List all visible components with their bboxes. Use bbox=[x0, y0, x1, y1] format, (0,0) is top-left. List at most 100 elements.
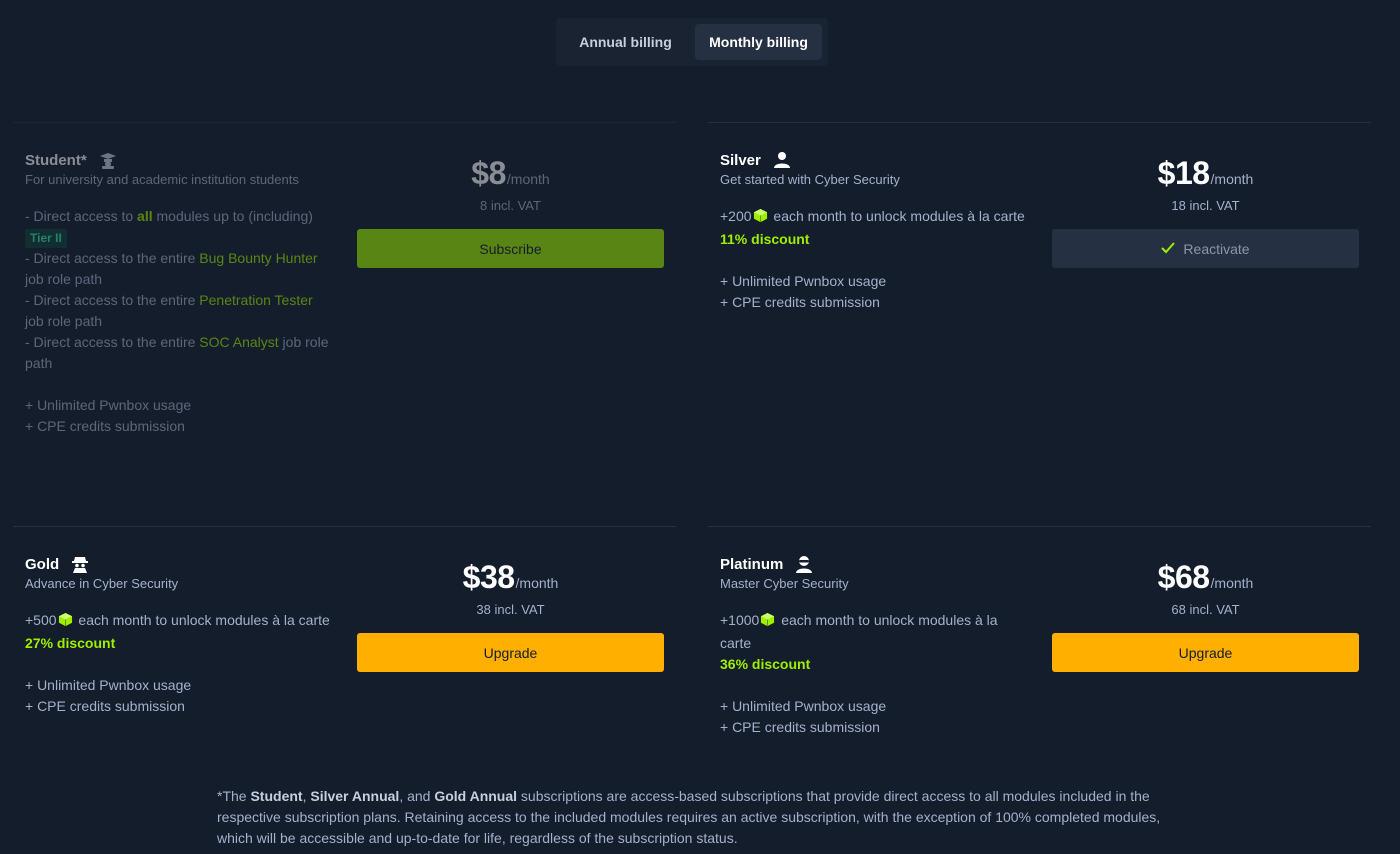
footnote-bold: Student bbox=[250, 788, 303, 804]
feature-highlight: Penetration Tester bbox=[199, 292, 313, 308]
plan-info: Platinum Master Cyber Security +1000 eac… bbox=[720, 555, 1030, 738]
plan-card-silver: Silver Get started with Cyber Security +… bbox=[708, 122, 1371, 310]
feature-text: job role path bbox=[25, 313, 103, 329]
cube-icon bbox=[760, 612, 775, 633]
subscription-footnote: *The Student, Silver Annual, and Gold An… bbox=[217, 786, 1177, 849]
hacker-icon bbox=[795, 555, 813, 573]
price-row: $18 /month bbox=[1052, 155, 1359, 192]
price-row: $68 /month bbox=[1052, 559, 1359, 596]
button-label: Upgrade bbox=[483, 644, 538, 661]
plan-pricing: $38 /month 38 incl. VAT Upgrade bbox=[357, 559, 664, 672]
plan-subtitle: For university and academic institution … bbox=[25, 172, 299, 187]
plan-info: Gold Advance in Cyber Security +500 each… bbox=[25, 555, 335, 717]
price-period: /month bbox=[1210, 171, 1254, 187]
monthly-billing-tab[interactable]: Monthly billing bbox=[695, 24, 822, 60]
billing-toggle: Annual billing Monthly billing bbox=[556, 18, 828, 66]
upgrade-button[interactable]: Upgrade bbox=[1052, 633, 1359, 672]
feature-pwnbox: + Unlimited Pwnbox usage bbox=[25, 677, 192, 693]
plan-pricing: $8 /month 8 incl. VAT Subscribe bbox=[357, 155, 664, 268]
price-period: /month bbox=[506, 171, 550, 187]
plan-pricing: $18 /month 18 incl. VAT Reactivate bbox=[1052, 155, 1359, 268]
price-amount: $8 bbox=[471, 155, 506, 191]
feature-line: - Direct access to the entire Bug Bounty… bbox=[25, 248, 335, 290]
price-amount: $38 bbox=[462, 559, 515, 595]
feature-highlight: all bbox=[137, 208, 153, 224]
plan-title: Silver bbox=[720, 151, 1030, 169]
price-vat: 18 incl. VAT bbox=[1171, 198, 1240, 213]
feature-text: modules up to (including) bbox=[152, 208, 313, 224]
feature-cpe: + CPE credits submission bbox=[25, 698, 185, 714]
button-label: Subscribe bbox=[479, 240, 542, 257]
feature-cpe: + CPE credits submission bbox=[25, 418, 185, 434]
price-row: $38 /month bbox=[357, 559, 664, 596]
feature-pwnbox: + Unlimited Pwnbox usage bbox=[25, 397, 192, 413]
button-label: Reactivate bbox=[1183, 240, 1250, 257]
footnote-bold: Gold Annual bbox=[434, 788, 518, 804]
price-row: $8 /month bbox=[357, 155, 664, 192]
cubes-text: each month to unlock modules à la carte bbox=[74, 612, 330, 628]
price-vat: 38 incl. VAT bbox=[476, 602, 545, 617]
button-label: Upgrade bbox=[1178, 644, 1233, 661]
plan-subtitle: Advance in Cyber Security bbox=[25, 576, 179, 591]
plan-features: +500 each month to unlock modules à la c… bbox=[25, 610, 335, 717]
feature-line: Tier II bbox=[25, 227, 335, 248]
cube-icon bbox=[58, 612, 73, 633]
price-period: /month bbox=[515, 575, 559, 591]
tier-badge: Tier II bbox=[25, 229, 67, 248]
discount-label: 36% discount bbox=[720, 656, 811, 672]
user-icon bbox=[773, 151, 791, 169]
plan-name: Student* bbox=[25, 151, 87, 169]
footnote-text: *The bbox=[217, 788, 251, 804]
plan-name: Gold bbox=[25, 555, 60, 573]
graduation-cap-icon bbox=[99, 151, 117, 169]
price-vat: 68 incl. VAT bbox=[1171, 602, 1240, 617]
plan-card-student: Student* For university and academic ins… bbox=[13, 122, 676, 434]
price-period: /month bbox=[1210, 575, 1254, 591]
plan-name: Platinum bbox=[720, 555, 784, 573]
check-icon bbox=[1161, 241, 1176, 257]
price-amount: $68 bbox=[1157, 559, 1210, 595]
feature-line: - Direct access to the entire SOC Analys… bbox=[25, 332, 335, 374]
feature-text: - Direct access to the entire bbox=[25, 292, 200, 308]
upgrade-button[interactable]: Upgrade bbox=[357, 633, 664, 672]
feature-line: - Direct access to the entire Penetratio… bbox=[25, 290, 335, 332]
feature-highlight: SOC Analyst bbox=[199, 334, 279, 350]
plan-card-gold: Gold Advance in Cyber Security +500 each… bbox=[13, 526, 676, 714]
feature-pwnbox: + Unlimited Pwnbox usage bbox=[720, 698, 887, 714]
plan-subtitle: Get started with Cyber Security bbox=[720, 172, 900, 187]
price-amount: $18 bbox=[1157, 155, 1210, 191]
feature-text: - Direct access to the entire bbox=[25, 250, 200, 266]
plan-name: Silver bbox=[720, 151, 761, 169]
footnote-text: , and bbox=[399, 788, 435, 804]
plan-card-platinum: Platinum Master Cyber Security +1000 eac… bbox=[708, 526, 1371, 735]
feature-cubes: +200 each month to unlock modules à la c… bbox=[720, 206, 1030, 229]
feature-text: job role path bbox=[25, 271, 103, 287]
feature-line: - Direct access to all modules up to (in… bbox=[25, 206, 335, 227]
plan-features: +1000 each month to unlock modules à la … bbox=[720, 610, 1030, 738]
discount-label: 11% discount bbox=[720, 231, 810, 247]
plan-subtitle: Master Cyber Security bbox=[720, 576, 849, 591]
footnote-bold: Silver Annual bbox=[310, 788, 400, 804]
cubes-amount: +1000 bbox=[720, 612, 760, 628]
plan-title: Platinum bbox=[720, 555, 1030, 573]
plan-features: - Direct access to all modules up to (in… bbox=[25, 206, 335, 437]
cubes-amount: +500 bbox=[25, 612, 57, 628]
plan-info: Silver Get started with Cyber Security +… bbox=[720, 151, 1030, 313]
spy-icon bbox=[71, 555, 89, 573]
annual-billing-tab[interactable]: Annual billing bbox=[562, 24, 689, 60]
feature-cpe: + CPE credits submission bbox=[720, 294, 880, 310]
cubes-amount: +200 bbox=[720, 208, 752, 224]
feature-cubes: +1000 each month to unlock modules à la … bbox=[720, 610, 1030, 654]
cube-icon bbox=[753, 208, 768, 229]
plan-title: Student* bbox=[25, 151, 335, 169]
feature-text: - Direct access to bbox=[25, 208, 138, 224]
discount-label: 27% discount bbox=[25, 635, 116, 651]
plan-features: +200 each month to unlock modules à la c… bbox=[720, 206, 1030, 313]
plan-info: Student* For university and academic ins… bbox=[25, 151, 335, 437]
subscribe-button[interactable]: Subscribe bbox=[357, 229, 664, 268]
feature-highlight: Bug Bounty Hunter bbox=[199, 250, 318, 266]
feature-pwnbox: + Unlimited Pwnbox usage bbox=[720, 273, 887, 289]
plan-pricing: $68 /month 68 incl. VAT Upgrade bbox=[1052, 559, 1359, 672]
reactivate-button[interactable]: Reactivate bbox=[1052, 229, 1359, 268]
cubes-text: each month to unlock modules à la carte bbox=[769, 208, 1025, 224]
